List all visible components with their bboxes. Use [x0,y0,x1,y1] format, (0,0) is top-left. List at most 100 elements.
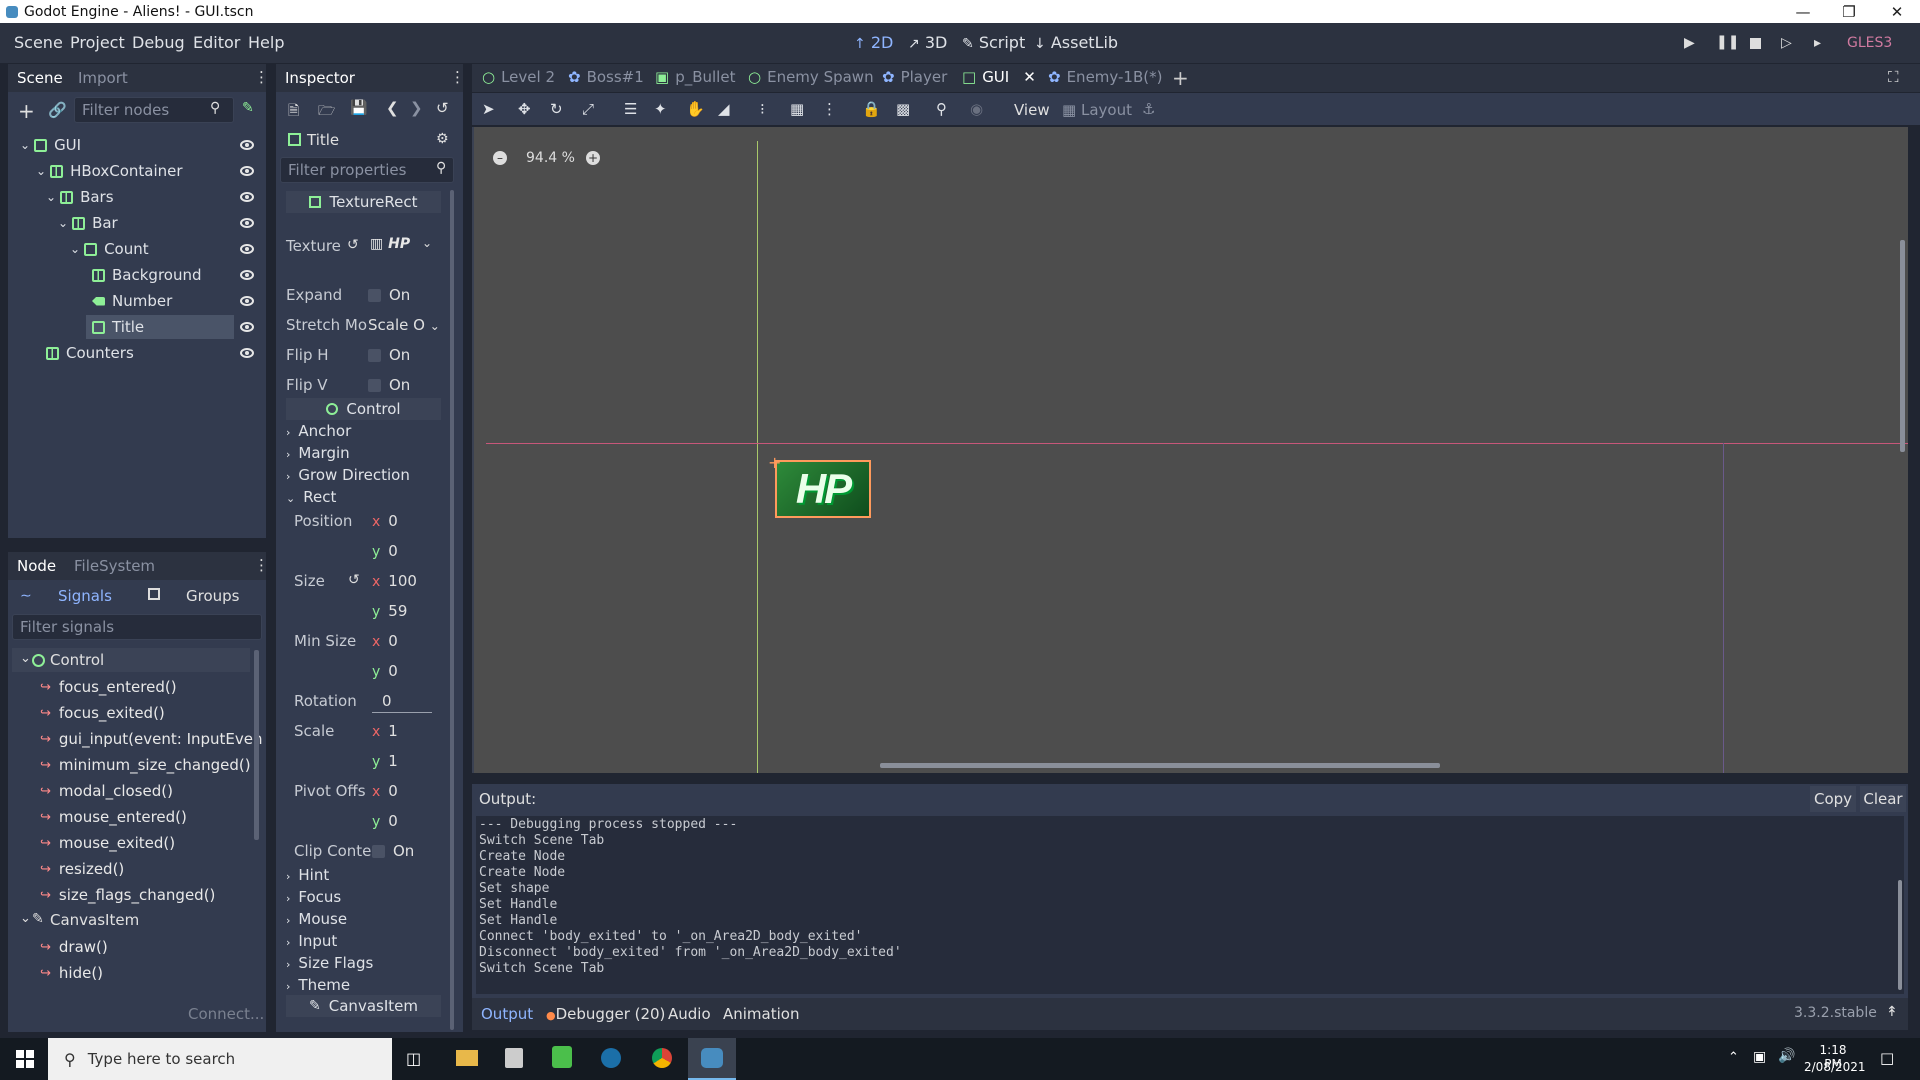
tree-node-gui[interactable]: ⌄ GUI [20,133,81,157]
chrome-icon[interactable] [652,1048,672,1068]
debugger-tab[interactable]: ●Debugger (20) [546,1005,665,1023]
signal-row[interactable]: ↪ focus_entered() [40,675,177,699]
expand-panel-icon[interactable]: ↟ [1886,1004,1898,1020]
filter-signals-input[interactable]: Filter signals [12,614,262,640]
anchor-icon[interactable]: ⚓ [1142,100,1155,118]
close-window-button[interactable]: ✕ [1874,0,1920,23]
signal-row[interactable]: ↪ mouse_entered() [40,805,187,829]
layout-menu[interactable]: ▦ Layout [1062,101,1132,119]
workspace-3d-button[interactable]: ↗ 3D [908,33,947,52]
signal-row[interactable]: ↪ resized() [40,857,124,881]
expand-checkbox[interactable]: On [368,286,410,304]
inspector-group-size-flags[interactable]: › Size Flags [286,954,373,972]
visibility-eye-icon[interactable] [240,192,254,202]
inspector-group-hint[interactable]: › Hint [286,866,329,884]
save-resource-icon[interactable]: 💾 [350,100,367,116]
new-scene-tab-icon[interactable]: + [1172,66,1189,90]
position-y-field[interactable]: y0 [372,542,398,560]
inspector-group-theme[interactable]: › Theme [286,976,350,994]
tab-import[interactable]: Import [78,69,128,87]
signals-tab[interactable]: Signals [58,587,112,605]
signal-row[interactable]: ↪ size_flags_changed() [40,883,215,907]
collapse-arrow-icon[interactable]: ⌄ [46,190,56,204]
canvasitem-section-header[interactable]: ✎ CanvasItem [286,995,441,1017]
steam-icon[interactable] [601,1048,621,1068]
tree-node-count[interactable]: ⌄ Count [70,237,149,261]
group-icon[interactable]: ▩ [896,100,910,118]
object-properties-icon[interactable]: ⚙ [436,131,449,147]
signal-row[interactable]: ↪ focus_exited() [40,701,165,725]
control-section-header[interactable]: Control [286,398,441,420]
camera-icon[interactable]: ◉ [970,100,983,118]
tree-node-background[interactable]: Background [92,263,202,287]
scale-icon[interactable]: ⤢ [582,100,594,118]
minimize-button[interactable]: — [1780,0,1826,23]
size-y-field[interactable]: y 59 [372,602,407,620]
zoom-out-icon[interactable]: – [493,151,507,165]
history-back-icon[interactable]: ❮ [386,99,399,117]
visibility-eye-icon[interactable] [240,140,254,150]
stretch-mode-select[interactable]: Scale O ⌄ [368,316,440,334]
inspector-group-anchor[interactable]: › Anchor [286,422,351,440]
terminal-app-icon[interactable] [552,1046,572,1068]
signal-row[interactable]: ↪ modal_closed() [40,779,173,803]
groups-tab[interactable]: Groups [186,587,239,605]
output-scrollbar[interactable] [1898,880,1902,990]
rotation-field[interactable]: 0 [382,692,392,710]
flip-h-checkbox[interactable]: On [368,346,410,364]
min-size-x-field[interactable]: x0 [372,632,398,650]
volume-icon[interactable]: 🔊 [1778,1048,1795,1064]
pan-icon[interactable]: ✋ [686,100,705,118]
audio-tab[interactable]: Audio [668,1005,711,1023]
taskbar-search[interactable]: ⚲ Type here to search [48,1038,392,1080]
hp-title-sprite[interactable]: HP [775,460,871,518]
signal-row[interactable]: ↪ draw() [40,935,108,959]
scene-tab-gui[interactable]: □ GUI ✕ [962,68,1036,86]
collapse-arrow-icon[interactable]: ⌄ [58,216,68,230]
rotate-icon[interactable]: ↻ [550,100,563,118]
smart-snap-icon[interactable]: ⁝ [760,100,765,118]
min-size-y-field[interactable]: y0 [372,662,398,680]
attach-script-icon[interactable]: ✎ [242,100,254,116]
scene-tab-level-2[interactable]: ○ Level 2 [482,68,555,86]
pivot-icon[interactable]: ✦ [654,100,667,118]
history-icon[interactable]: ↺ [436,99,449,117]
new-resource-icon[interactable]: 🗎 [288,100,299,124]
tree-node-counters[interactable]: Counters [46,341,134,365]
visibility-eye-icon[interactable] [240,244,254,254]
size-x-field[interactable]: x 100 [372,572,417,590]
texturerect-section-header[interactable]: TextureRect [286,191,441,213]
visibility-eye-icon[interactable] [240,270,254,280]
play-custom-icon[interactable]: ▸ [1814,35,1821,51]
visibility-eye-icon[interactable] [240,166,254,176]
tree-node-bar[interactable]: ⌄ Bar [58,211,118,235]
clip-content-checkbox[interactable]: On [372,842,414,860]
lock-icon[interactable]: 🔒 [862,100,881,118]
instance-scene-icon[interactable]: 🔗 [48,101,67,119]
dock-menu-icon[interactable]: ⋮ [254,556,269,574]
select-icon[interactable]: ➤ [482,100,495,118]
filter-properties-input[interactable]: Filter properties [280,157,454,183]
collapse-arrow-icon[interactable]: ⌄ [20,911,31,926]
signal-row[interactable]: ↪ hide() [40,961,103,985]
collapse-arrow-icon[interactable]: ⌄ [70,242,80,256]
flip-v-checkbox[interactable]: On [368,376,410,394]
stop-icon[interactable] [1750,38,1761,49]
scene-tab-player[interactable]: ✿ Player [882,68,947,86]
network-icon[interactable]: ▣ [1753,1049,1766,1065]
list-select-icon[interactable]: ☰ [624,100,637,118]
history-forward-icon[interactable]: ❯ [410,99,423,117]
reset-icon[interactable]: ↺ [347,237,359,253]
position-x-field[interactable]: x0 [372,512,398,530]
pivot-y-field[interactable]: y0 [372,812,398,830]
animation-tab[interactable]: Animation [723,1005,799,1023]
skeleton-icon[interactable]: ⚲ [936,100,947,118]
ruler-icon[interactable]: ◢ [718,100,730,118]
scale-y-field[interactable]: y1 [372,752,398,770]
pause-icon[interactable]: ❚❚ [1716,34,1739,50]
inspector-group-focus[interactable]: › Focus [286,888,341,906]
horizontal-scrollbar[interactable] [880,763,1440,768]
inspector-group-margin[interactable]: › Margin [286,444,350,462]
scene-tab-enemy-spawn[interactable]: ○ Enemy Spawn [748,68,874,86]
chevron-down-icon[interactable]: ⌄ [422,236,432,250]
